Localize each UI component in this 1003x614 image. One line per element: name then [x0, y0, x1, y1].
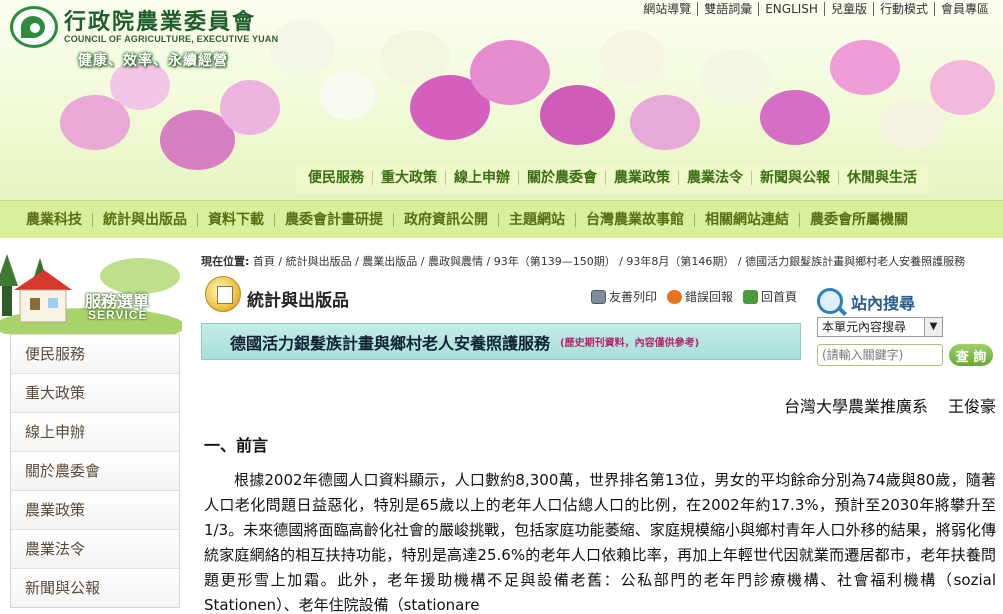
- breadcrumb: 現在位置: 首頁 / 統計與出版品 / 農業出版品 / 農政與農情 / 93年（…: [201, 253, 965, 269]
- top-link-sitemap[interactable]: 網站導覽: [637, 2, 697, 16]
- top-link-kids[interactable]: 兒童版: [823, 2, 873, 16]
- orchid-decoration: [470, 40, 550, 105]
- sub-nav: 農業科技 統計與出版品 資料下載 農委會計畫研提 政府資訊公開 主題網站 台灣農…: [0, 200, 1003, 238]
- breadcrumb-path[interactable]: 首頁 / 統計與出版品 / 農業出版品 / 農政與農情 / 93年（第139—1…: [253, 255, 965, 268]
- top-link-glossary[interactable]: 雙語詞彙: [697, 2, 758, 16]
- section-header: 統計與出版品 友善列印 錯誤回報 回首頁: [201, 274, 801, 318]
- search-title: 站內搜尋: [851, 294, 916, 313]
- top-link-mobile[interactable]: 行動模式: [872, 2, 934, 16]
- sub-nav-item[interactable]: 資料下載: [197, 212, 274, 227]
- orchid-decoration: [220, 80, 280, 135]
- service-menu-header: 服務選單 SERVICE: [0, 246, 185, 344]
- service-subtitle: SERVICE: [88, 308, 148, 322]
- sub-nav-item[interactable]: 統計與出版品: [92, 212, 197, 227]
- orchid-decoration: [270, 20, 335, 75]
- side-menu-item[interactable]: 線上申辦: [11, 412, 179, 451]
- error-report-button[interactable]: 錯誤回報: [666, 288, 733, 305]
- search-scope-select[interactable]: 本單元內容搜尋 ▼: [817, 317, 943, 337]
- side-menu-item[interactable]: 農業法令: [11, 529, 179, 568]
- section-heading: 一、前言: [204, 436, 269, 455]
- author-name: 王俊豪: [947, 397, 996, 416]
- orchid-decoration: [700, 50, 770, 105]
- main-nav: 便民服務 重大政策 線上申辦 關於農委會 農業政策 農業法令 新聞與公報 休閒與…: [296, 162, 929, 194]
- search-button[interactable]: 查 詢: [949, 344, 993, 366]
- publication-icon: [205, 276, 241, 312]
- search-input[interactable]: [817, 344, 943, 366]
- print-button[interactable]: 友善列印: [590, 288, 657, 305]
- coa-emblem-icon: [10, 6, 58, 48]
- sub-nav-item[interactable]: 相關網站連結: [694, 212, 799, 227]
- error-icon: [666, 289, 682, 304]
- orchid-decoration: [600, 30, 665, 85]
- site-search: 站內搜尋 本單元內容搜尋 ▼ 查 詢: [815, 286, 997, 366]
- side-menu: 便民服務 重大政策 線上申辦 關於農委會 農業政策 農業法令 新聞與公報: [10, 334, 180, 608]
- sub-nav-item[interactable]: 農委會所屬機關: [799, 212, 918, 227]
- header-banner: 行政院農業委員會 COUNCIL OF AGRICULTURE, EXECUTI…: [0, 0, 1003, 200]
- orchid-decoration: [760, 90, 830, 145]
- printer-icon: [590, 289, 606, 304]
- side-menu-item[interactable]: 重大政策: [11, 373, 179, 412]
- main-nav-item[interactable]: 關於農委會: [518, 171, 605, 185]
- main-nav-item[interactable]: 休閒與生活: [838, 171, 925, 185]
- coa-logo[interactable]: 行政院農業委員會 COUNCIL OF AGRICULTURE, EXECUTI…: [10, 6, 278, 48]
- sub-nav-item[interactable]: 台灣農業故事館: [575, 212, 694, 227]
- sub-nav-item[interactable]: 政府資訊公開: [393, 212, 498, 227]
- archive-note: (歷史期刊資料，內容僅供參考): [560, 338, 700, 349]
- main-nav-item[interactable]: 便民服務: [300, 171, 372, 185]
- orchid-decoration: [320, 70, 375, 120]
- main-nav-item[interactable]: 重大政策: [372, 171, 445, 185]
- main-nav-item[interactable]: 農業政策: [605, 171, 678, 185]
- top-link-members[interactable]: 會員專區: [933, 2, 995, 16]
- home-icon: [742, 289, 758, 304]
- article-title: 德國活力銀髮族計畫與鄉村老人安養照護服務: [230, 333, 551, 353]
- main-nav-item[interactable]: 線上申辦: [445, 171, 518, 185]
- author-affiliation: 台灣大學農業推廣系: [783, 397, 928, 416]
- org-name-en: COUNCIL OF AGRICULTURE, EXECUTIVE YUAN: [64, 34, 279, 44]
- main-nav-item[interactable]: 農業法令: [678, 171, 751, 185]
- sub-nav-item[interactable]: 主題網站: [498, 212, 575, 227]
- breadcrumb-label: 現在位置:: [201, 255, 250, 268]
- search-icon: [817, 288, 843, 314]
- orchid-decoration: [880, 100, 945, 150]
- author-line: 台灣大學農業推廣系 王俊豪: [784, 393, 996, 417]
- home-button[interactable]: 回首頁: [742, 288, 797, 305]
- slogan: 健康、效率、永續經營: [78, 53, 228, 69]
- top-links: 網站導覽 雙語詞彙 ENGLISH 兒童版 行動模式 會員專區: [637, 2, 995, 16]
- sub-nav-item[interactable]: 農業科技: [14, 213, 92, 227]
- article-paragraph: 根據2002年德國人口資料顯示，人口數約8,300萬，世界排名第13位，男女的平…: [204, 471, 996, 614]
- sub-nav-item[interactable]: 農委會計畫研提: [274, 212, 393, 227]
- orchid-decoration: [930, 60, 995, 115]
- page-tools: 友善列印 錯誤回報 回首頁: [581, 288, 797, 305]
- chevron-down-icon: ▼: [924, 318, 942, 336]
- orchid-decoration: [830, 40, 900, 95]
- orchid-decoration: [540, 85, 615, 145]
- main-nav-item[interactable]: 新聞與公報: [751, 171, 838, 185]
- top-link-english[interactable]: ENGLISH: [758, 2, 824, 16]
- side-menu-item[interactable]: 關於農委會: [11, 451, 179, 490]
- article-title-bar: 德國活力銀髮族計畫與鄉村老人安養照護服務 (歷史期刊資料，內容僅供參考): [201, 323, 801, 360]
- section-title: 統計與出版品: [247, 291, 349, 311]
- org-name-zh: 行政院農業委員會: [64, 9, 257, 35]
- side-menu-item[interactable]: 新聞與公報: [11, 568, 179, 607]
- side-menu-item[interactable]: 便民服務: [11, 334, 179, 373]
- side-menu-item[interactable]: 農業政策: [11, 490, 179, 529]
- orchid-decoration: [630, 95, 700, 150]
